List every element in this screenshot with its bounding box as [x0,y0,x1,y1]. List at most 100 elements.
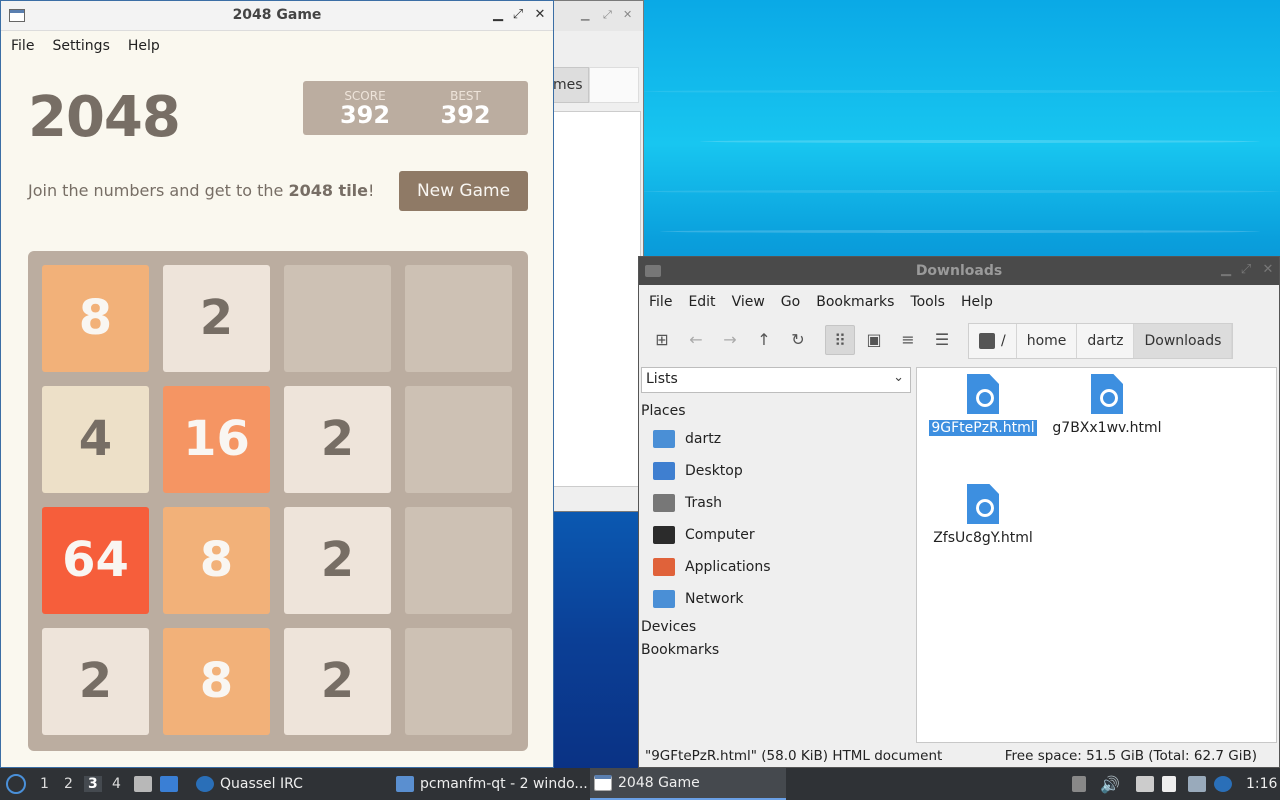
breadcrumb-dartz[interactable]: dartz [1077,324,1135,358]
background-window-field[interactable] [589,67,639,103]
file-item[interactable]: 9GFtePzR.html [921,374,1045,436]
menu-tools[interactable]: Tools [910,294,945,310]
volume-tray[interactable]: 🔊 [1100,768,1120,800]
start-menu-button[interactable] [6,768,26,800]
quassel-tray[interactable] [1214,768,1238,800]
window-icon [594,775,612,791]
side-pane-mode-value: Lists [646,371,678,387]
file-manager-titlebar[interactable]: Downloads ▁ ⤢ ✕ [639,257,1279,285]
reload-icon[interactable]: ↻ [783,325,813,355]
game-window[interactable]: 2048 Game ▁ ⤢ ✕ File Settings Help 2048 … [0,0,554,768]
maximize-icon[interactable]: ⤢ [603,8,612,22]
menu-help[interactable]: Help [128,38,160,54]
game-window-titlebar[interactable]: 2048 Game ▁ ⤢ ✕ [1,1,553,31]
task-label: pcmanfm-qt - 2 windo... [420,776,588,792]
places-header[interactable]: Places [641,403,686,419]
new-game-button[interactable]: New Game [399,171,528,211]
show-desktop-launcher[interactable] [160,768,184,800]
devices-header[interactable]: Devices [641,619,696,635]
place-trash[interactable]: Trash [653,491,722,515]
file-manager-toolbar: ⊞ ← → ↑ ↻ ⠿ ▣ ≡ ☰ / home dartz Downloads [639,321,1279,361]
tile-16: 16 [163,386,270,493]
place-network[interactable]: Network [653,587,743,611]
forward-icon[interactable]: → [715,325,745,355]
clock[interactable]: 1:16 [1246,768,1277,800]
place-desktop[interactable]: Desktop [653,459,743,483]
breadcrumb-downloads[interactable]: Downloads [1134,324,1233,358]
tile-8: 8 [42,265,149,372]
file-item[interactable]: ZfsUc8gY.html [921,484,1045,546]
background-window-titlebar[interactable]: ▁ ⤢ ✕ [553,1,643,31]
notification-tray[interactable] [1188,768,1212,800]
file-item[interactable]: g7BXx1wv.html [1045,374,1169,436]
menu-file[interactable]: File [649,294,672,310]
menu-go[interactable]: Go [781,294,800,310]
workspace-1[interactable]: 1 [40,776,49,792]
menu-bookmarks[interactable]: Bookmarks [816,294,894,310]
maximize-icon[interactable]: ⤢ [509,6,527,24]
place-dartz[interactable]: dartz [653,427,721,451]
detailed-view-icon[interactable]: ☰ [927,325,957,355]
menu-help[interactable]: Help [961,294,993,310]
menu-settings[interactable]: Settings [52,38,109,54]
side-pane-mode-select[interactable]: Lists ⌄ [641,367,911,393]
place-computer[interactable]: Computer [653,523,755,547]
clock-time: 1:16 [1246,776,1278,792]
workspace-2[interactable]: 2 [64,776,73,792]
menu-view[interactable]: View [732,294,765,310]
drive-icon [979,333,995,349]
background-window-panel [553,111,641,487]
new-tab-icon[interactable]: ⊞ [647,325,677,355]
place-label: Network [685,591,744,607]
close-icon[interactable]: ✕ [1259,261,1277,279]
desktop-icon [653,462,675,480]
maximize-icon[interactable]: ⤢ [1237,261,1255,279]
clipboard-icon [1162,776,1176,792]
empty-tile [405,265,512,372]
side-pane: Lists ⌄ Places dartz Desktop Trash Computer… [639,365,915,751]
file-name: ZfsUc8gY.html [933,530,1033,546]
minimize-icon[interactable]: ▁ [489,6,507,24]
quassel-icon [196,776,214,792]
empty-tile [405,628,512,735]
close-icon[interactable]: ✕ [623,8,632,21]
task-pcmanfm[interactable]: pcmanfm-qt - 2 windo... [392,768,588,800]
task-label: Quassel IRC [220,776,303,792]
network-tray[interactable] [1136,768,1160,800]
background-window-tab[interactable]: mes [553,67,589,103]
storage-tray[interactable] [1072,768,1092,800]
close-icon[interactable]: ✕ [531,6,549,24]
workspace-4[interactable]: 4 [112,776,121,792]
file-manager-launcher[interactable] [134,768,158,800]
place-applications[interactable]: Applications [653,555,771,579]
network-icon [1136,776,1154,792]
menu-file[interactable]: File [11,38,34,54]
tile-2: 2 [163,265,270,372]
breadcrumb-root[interactable]: / [969,324,1017,358]
status-free-space: Free space: 51.5 GiB (Total: 62.7 GiB) [1004,748,1257,764]
bookmarks-header[interactable]: Bookmarks [641,642,719,658]
file-view[interactable]: 9GFtePzR.html g7BXx1wv.html ZfsUc8gY.html [916,367,1277,743]
up-icon[interactable]: ↑ [749,325,779,355]
empty-tile [405,507,512,614]
notification-icon [1188,776,1206,792]
minimize-icon[interactable]: ▁ [1217,261,1235,279]
icon-view-icon[interactable]: ⠿ [825,325,855,355]
workspace-3[interactable]: 3 [84,776,102,792]
minimize-icon[interactable]: ▁ [581,8,589,21]
breadcrumb-home[interactable]: home [1017,324,1078,358]
trash-icon [653,494,675,512]
file-manager-window[interactable]: Downloads ▁ ⤢ ✕ File Edit View Go Bookma… [638,256,1280,768]
place-label: Computer [685,527,755,543]
game-board[interactable]: 8 2 4 16 2 64 8 2 2 8 2 [28,251,528,751]
back-icon[interactable]: ← [681,325,711,355]
place-label: Applications [685,559,771,575]
compact-view-icon[interactable]: ≡ [893,325,923,355]
menu-edit[interactable]: Edit [688,294,715,310]
background-window[interactable]: ▁ ⤢ ✕ mes [552,0,644,512]
task-quassel[interactable]: Quassel IRC [192,768,388,800]
clipboard-tray[interactable] [1162,768,1182,800]
task-2048[interactable]: 2048 Game [590,768,786,800]
thumbnail-view-icon[interactable]: ▣ [859,325,889,355]
lxqt-logo-icon [6,774,26,794]
